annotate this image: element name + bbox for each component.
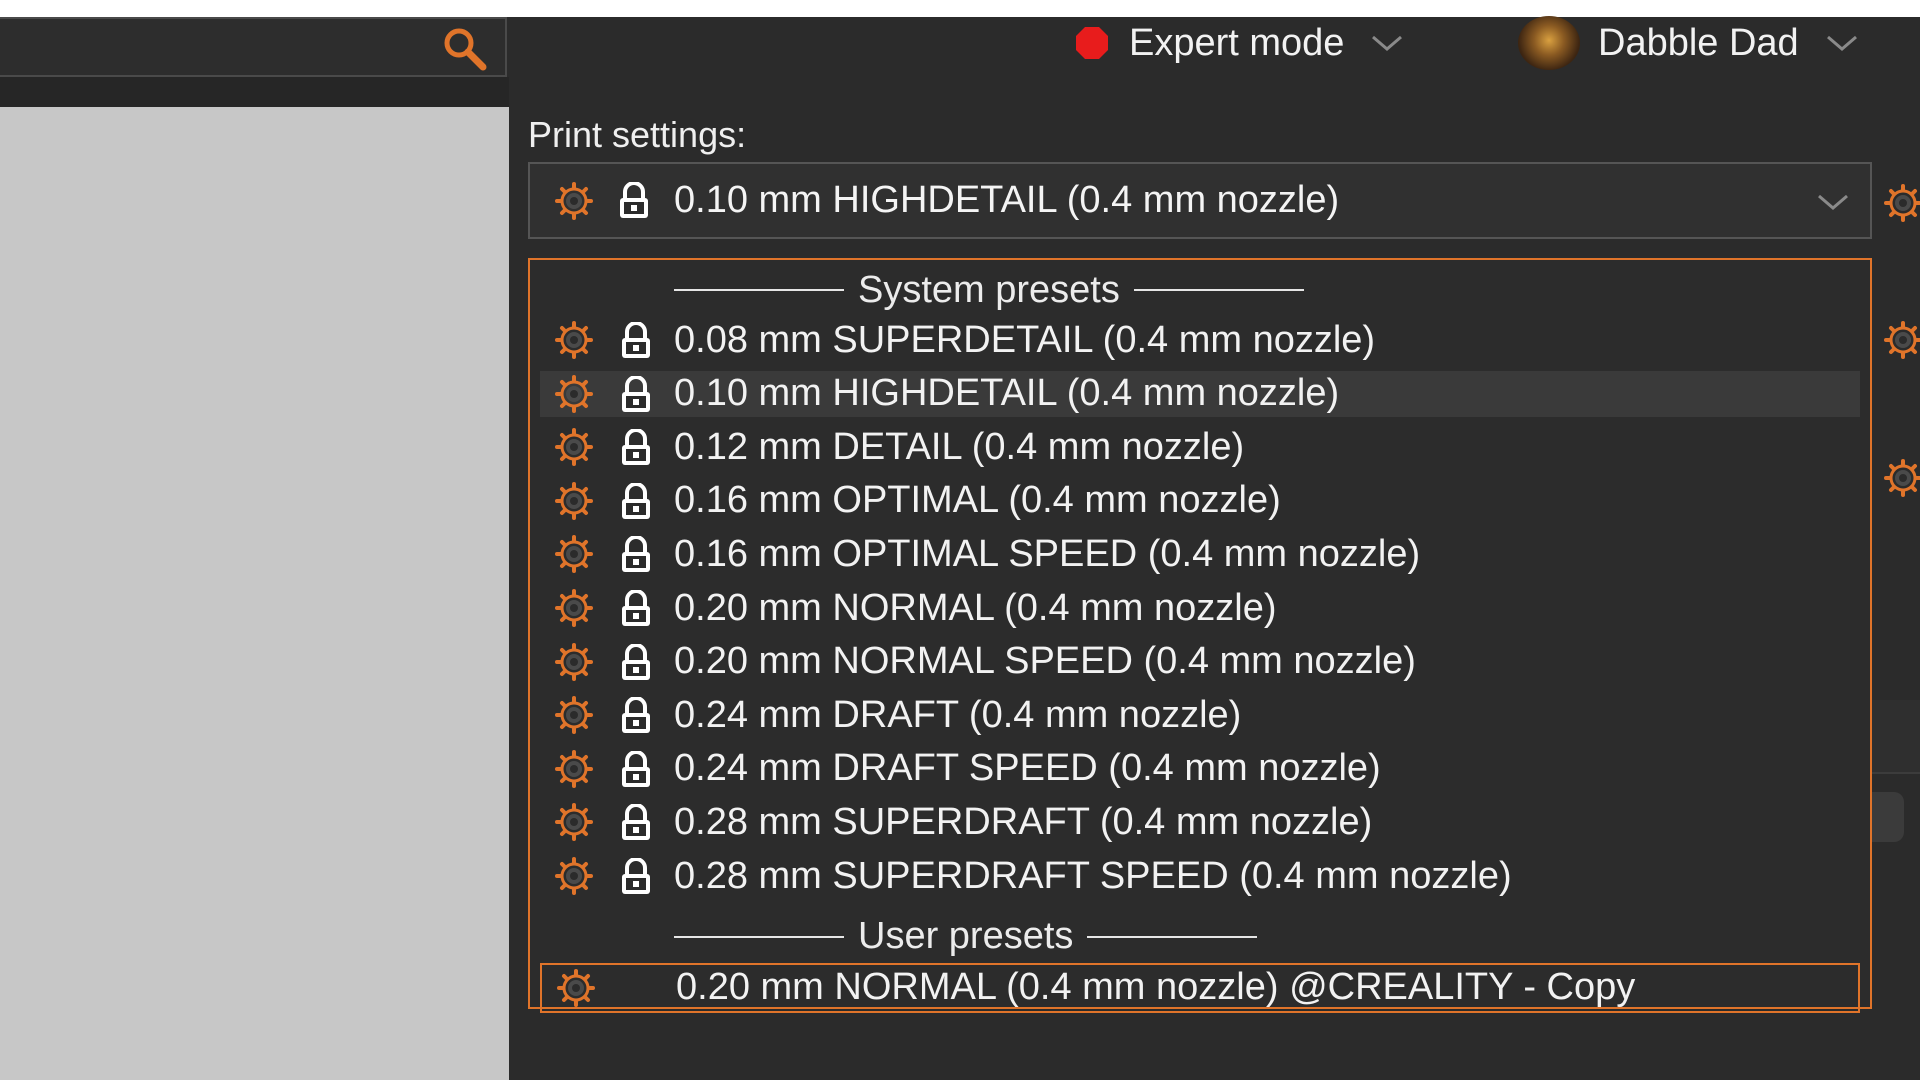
system-preset-gear-icon (554, 856, 594, 896)
preset-label: 0.10 mm HIGHDETAIL (0.4 mm nozzle) (674, 372, 1340, 415)
preset-item[interactable]: 0.24 mm DRAFT (0.4 mm nozzle) (540, 692, 1860, 738)
system-preset-gear-icon (554, 374, 594, 414)
preset-label: 0.20 mm NORMAL (0.4 mm nozzle) (674, 586, 1277, 629)
preset-item[interactable]: 0.10 mm HIGHDETAIL (0.4 mm nozzle) (540, 370, 1860, 417)
preset-label: 0.28 mm SUPERDRAFT (0.4 mm nozzle) (674, 800, 1373, 843)
user-preset-item[interactable]: 0.20 mm NORMAL (0.4 mm nozzle) @CREALITY… (540, 962, 1860, 1013)
preset-item[interactable]: 0.24 mm DRAFT SPEED (0.4 mm nozzle) (540, 746, 1860, 792)
user-account-menu[interactable]: Dabble Dad (1518, 16, 1859, 70)
preset-label: 0.28 mm SUPERDRAFT SPEED (0.4 mm nozzle) (674, 854, 1512, 897)
system-preset-gear-icon (554, 642, 594, 682)
lock-icon (618, 858, 654, 896)
preset-item[interactable]: 0.12 mm DETAIL (0.4 mm nozzle) (540, 424, 1860, 470)
preset-label: 0.16 mm OPTIMAL SPEED (0.4 mm nozzle) (674, 532, 1421, 575)
3d-view-canvas[interactable] (0, 107, 509, 1080)
mode-label: Expert mode (1129, 21, 1345, 64)
preset-item[interactable]: 0.28 mm SUPERDRAFT SPEED (0.4 mm nozzle) (540, 853, 1860, 899)
gear-icon[interactable] (1883, 458, 1920, 498)
preset-item[interactable]: 0.28 mm SUPERDRAFT (0.4 mm nozzle) (540, 799, 1860, 845)
system-preset-gear-icon (554, 695, 594, 735)
preset-item[interactable]: 0.20 mm NORMAL SPEED (0.4 mm nozzle) (540, 639, 1860, 685)
system-preset-gear-icon (554, 320, 594, 360)
mode-selector[interactable]: Expert mode (1075, 20, 1404, 66)
lock-icon (618, 804, 654, 842)
preset-label: 0.16 mm OPTIMAL (0.4 mm nozzle) (674, 479, 1281, 522)
preset-item[interactable]: 0.16 mm OPTIMAL SPEED (0.4 mm nozzle) (540, 531, 1860, 577)
lock-icon (618, 590, 654, 628)
system-preset-gear-icon (554, 427, 594, 467)
gear-icon[interactable] (1883, 183, 1920, 223)
top-strip (0, 0, 1920, 17)
lock-icon (618, 536, 654, 574)
chevron-down-icon[interactable] (1370, 32, 1404, 54)
preset-label: 0.24 mm DRAFT SPEED (0.4 mm nozzle) (674, 747, 1381, 790)
preset-label: 0.08 mm SUPERDETAIL (0.4 mm nozzle) (674, 318, 1376, 361)
preset-label: 0.24 mm DRAFT (0.4 mm nozzle) (674, 693, 1242, 736)
canvas-top-band (0, 77, 509, 107)
side-panel-band (1872, 700, 1920, 772)
system-preset-gear-icon (556, 968, 596, 1008)
chevron-down-icon[interactable] (1825, 32, 1859, 54)
lock-icon (618, 376, 654, 414)
system-preset-gear-icon (554, 749, 594, 789)
preset-item[interactable]: 0.08 mm SUPERDETAIL (0.4 mm nozzle) (540, 317, 1860, 363)
user-name: Dabble Dad (1598, 21, 1799, 64)
preset-label: 0.20 mm NORMAL SPEED (0.4 mm nozzle) (674, 640, 1416, 683)
avatar[interactable] (1518, 16, 1580, 70)
search-icon[interactable] (439, 23, 491, 75)
gear-icon[interactable] (1883, 320, 1920, 360)
lock-icon (618, 751, 654, 789)
lock-icon (618, 429, 654, 467)
system-preset-gear-icon (554, 534, 594, 574)
system-presets-header: System presets (674, 263, 1304, 317)
print-settings-label: Print settings: (528, 114, 747, 155)
user-presets-header: User presets (674, 910, 1258, 964)
preset-label: 0.20 mm NORMAL (0.4 mm nozzle) @CREALITY… (676, 966, 1636, 1009)
preset-label: 0.12 mm DETAIL (0.4 mm nozzle) (674, 425, 1245, 468)
search-field[interactable] (0, 17, 507, 77)
preset-item[interactable]: 0.20 mm NORMAL (0.4 mm nozzle) (540, 585, 1860, 631)
mode-indicator-icon (1076, 27, 1108, 59)
system-preset-gear-icon (554, 588, 594, 628)
lock-icon (618, 697, 654, 735)
system-preset-gear-icon (554, 181, 594, 221)
lock-icon (618, 644, 654, 682)
print-settings-selected: 0.10 mm HIGHDETAIL (0.4 mm nozzle) (674, 179, 1340, 221)
print-settings-combo[interactable]: 0.10 mm HIGHDETAIL (0.4 mm nozzle) (528, 162, 1872, 239)
side-panel-button[interactable] (1872, 792, 1904, 842)
preset-dropdown-list[interactable]: System presets 0.08 mm SUPERDETAIL (0.4 … (528, 258, 1872, 1013)
preset-item[interactable]: 0.16 mm OPTIMAL (0.4 mm nozzle) (540, 478, 1860, 524)
chevron-down-icon[interactable] (1816, 192, 1850, 212)
divider (1872, 772, 1920, 774)
lock-icon (618, 483, 654, 521)
system-preset-gear-icon (554, 802, 594, 842)
lock-icon (618, 322, 654, 360)
lock-icon (616, 182, 652, 220)
system-preset-gear-icon (554, 481, 594, 521)
